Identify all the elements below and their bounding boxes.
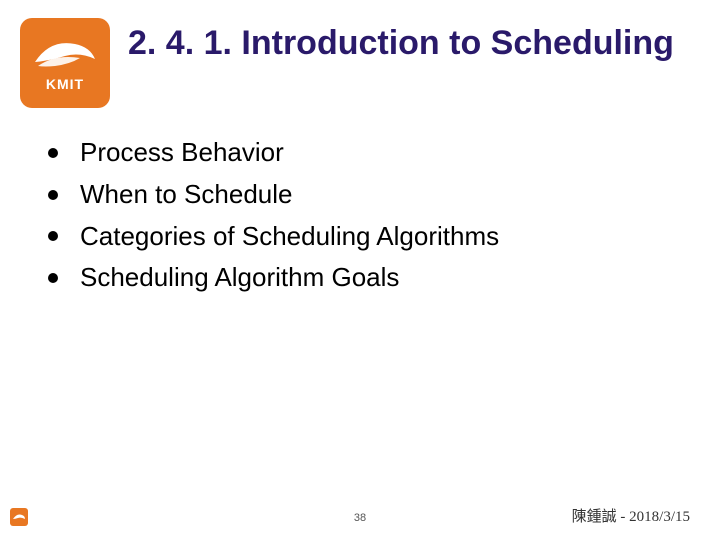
logo-swoosh-icon xyxy=(30,34,100,74)
bullet-icon xyxy=(48,231,58,241)
slide-header: KMIT 2. 4. 1. Introduction to Scheduling xyxy=(0,0,720,108)
bullet-icon xyxy=(48,148,58,158)
list-item: When to Schedule xyxy=(40,178,680,212)
bullet-text: Process Behavior xyxy=(80,136,284,170)
list-item: Categories of Scheduling Algorithms xyxy=(40,220,680,254)
bullet-text: When to Schedule xyxy=(80,178,292,212)
bullet-icon xyxy=(48,273,58,283)
bullet-icon xyxy=(48,190,58,200)
author-date: 陳鍾誠 - 2018/3/15 xyxy=(572,505,690,526)
logo-text: KMIT xyxy=(46,76,84,92)
slide-footer: 38 陳鍾誠 - 2018/3/15 xyxy=(0,505,720,526)
kmit-logo: KMIT xyxy=(20,18,110,108)
page-number: 38 xyxy=(354,512,366,524)
slide-content: Process Behavior When to Schedule Catego… xyxy=(0,108,720,295)
bullet-text: Categories of Scheduling Algorithms xyxy=(80,220,499,254)
list-item: Scheduling Algorithm Goals xyxy=(40,261,680,295)
bullet-text: Scheduling Algorithm Goals xyxy=(80,261,399,295)
slide-title: 2. 4. 1. Introduction to Scheduling xyxy=(128,18,674,63)
footer-logo-icon xyxy=(10,508,28,526)
list-item: Process Behavior xyxy=(40,136,680,170)
